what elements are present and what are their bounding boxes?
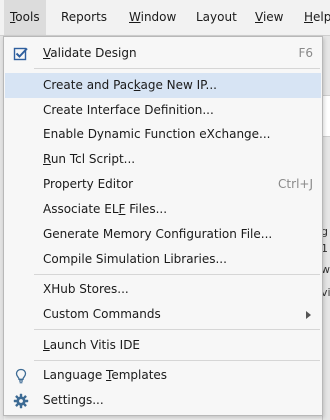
menu-item-label: Custom Commands xyxy=(43,307,161,321)
menu-item-custom-commands[interactable]: Custom Commands xyxy=(5,302,321,327)
menu-item-enable-dfx[interactable]: Enable Dynamic Function eXchange... xyxy=(5,122,321,147)
menu-item-compile-sim-libraries[interactable]: Compile Simulation Libraries... xyxy=(5,247,321,272)
menu-item-generate-memory-config[interactable]: Generate Memory Configuration File... xyxy=(5,222,321,247)
menu-item-label: Property Editor xyxy=(43,177,134,191)
menu-item-label: Generate Memory Configuration File... xyxy=(43,227,273,241)
menu-item-create-interface-definition[interactable]: Create Interface Definition... xyxy=(5,98,321,123)
menu-item-property-editor[interactable]: Property Editor Ctrl+J xyxy=(5,172,321,197)
menu-layout[interactable]: Layout xyxy=(190,0,243,35)
tools-dropdown-menu: Validate Design F6 Create and Package Ne… xyxy=(3,36,323,416)
menu-item-label: Run Tcl Script... xyxy=(43,152,136,166)
menu-item-shortcut: Ctrl+J xyxy=(278,177,313,191)
submenu-arrow-icon xyxy=(306,311,311,319)
menu-reports[interactable]: Reports xyxy=(55,0,113,35)
menu-item-shortcut: F6 xyxy=(298,46,313,60)
background-content-panel xyxy=(322,95,330,137)
menu-separator xyxy=(34,329,320,330)
menu-tools[interactable]: Tools xyxy=(4,0,46,35)
menu-item-validate-design[interactable]: Validate Design F6 xyxy=(5,41,321,66)
menu-item-label: Create Interface Definition... xyxy=(43,103,214,117)
menu-view[interactable]: View xyxy=(249,0,289,35)
menu-item-launch-vitis-ide[interactable]: Launch Vitis IDE xyxy=(5,333,321,358)
menu-item-create-package-ip[interactable]: Create and Package New IP... xyxy=(5,73,321,98)
menu-help[interactable]: Help xyxy=(298,0,330,35)
menu-separator xyxy=(34,274,320,275)
menu-item-label: Compile Simulation Libraries... xyxy=(43,252,227,266)
menu-item-label: Associate ELF Files... xyxy=(43,202,168,216)
menu-item-associate-elf-files[interactable]: Associate ELF Files... xyxy=(5,197,321,222)
menu-item-label: XHub Stores... xyxy=(43,282,129,296)
lightbulb-icon xyxy=(15,368,27,384)
menu-item-label: Enable Dynamic Function eXchange... xyxy=(43,127,271,141)
menu-item-label: Create and Package New IP... xyxy=(43,78,217,92)
menu-item-label: Validate Design xyxy=(43,46,137,60)
menu-item-language-templates[interactable]: Language Templates xyxy=(5,363,321,388)
menu-separator xyxy=(34,360,320,361)
menu-item-label: Launch Vitis IDE xyxy=(43,338,141,352)
checkbox-checked-icon xyxy=(13,47,28,61)
menu-item-run-tcl-script[interactable]: Run Tcl Script... xyxy=(5,147,321,172)
menu-window[interactable]: Window xyxy=(123,0,182,35)
gear-icon xyxy=(13,393,29,409)
menu-separator xyxy=(34,68,320,69)
menu-item-xhub-stores[interactable]: XHub Stores... xyxy=(5,277,321,302)
menu-bar: Tools Reports Window Layout View Help xyxy=(0,0,330,36)
menu-item-label: Language Templates xyxy=(43,368,168,382)
menu-item-label: Settings... xyxy=(43,393,104,407)
menu-item-settings[interactable]: Settings... xyxy=(5,388,321,413)
